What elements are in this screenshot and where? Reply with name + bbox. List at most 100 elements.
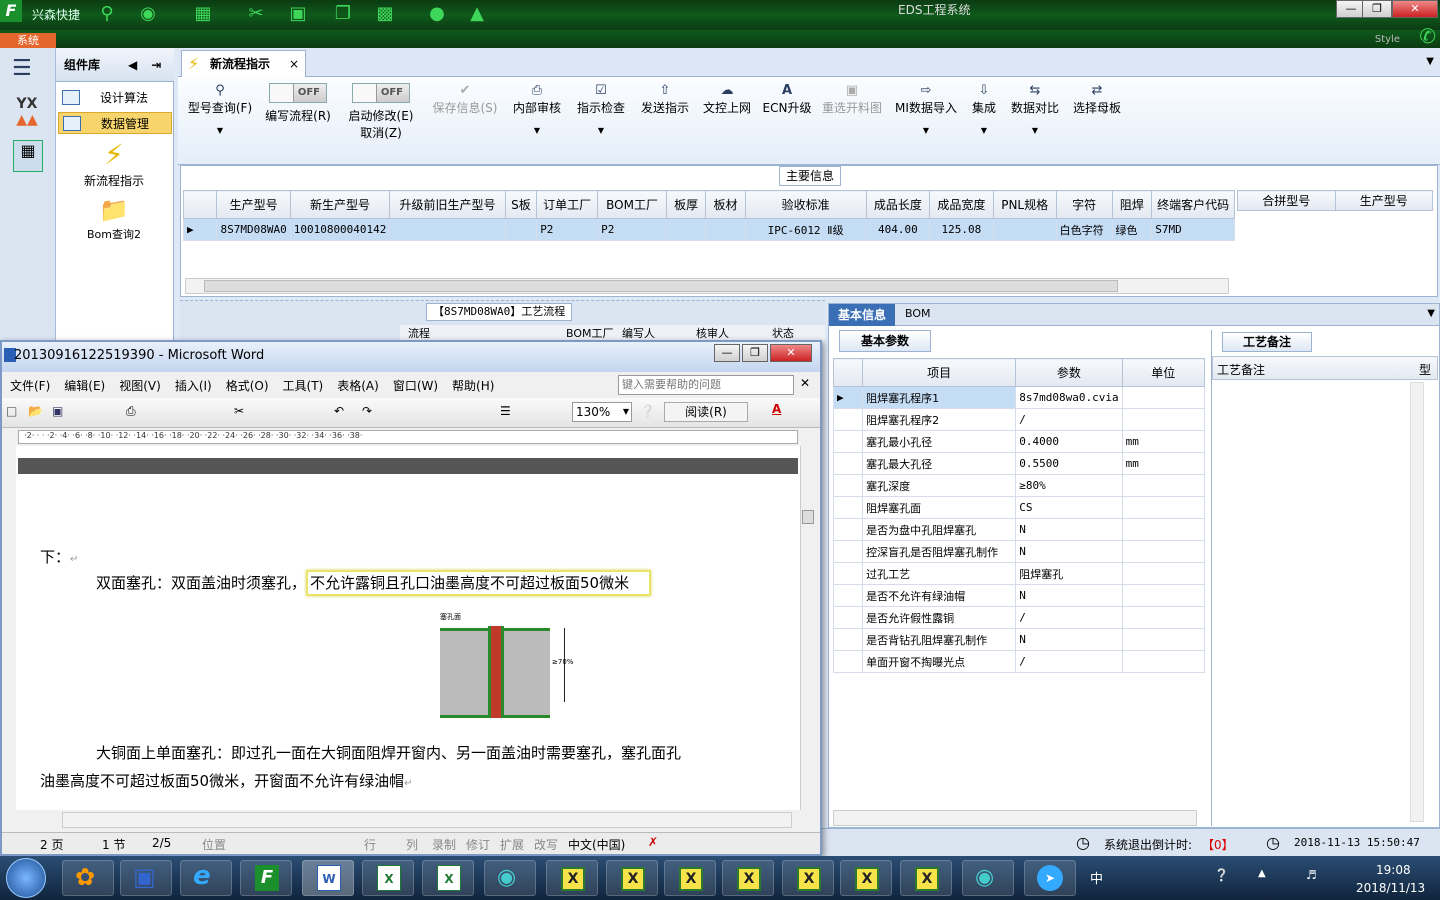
horizontal-scrollbar[interactable] (185, 278, 1229, 294)
col-header[interactable]: 终端客户代码 (1151, 190, 1235, 219)
menu-insert[interactable]: 插入(I) (175, 377, 212, 394)
maximize-button[interactable]: ❐ (1362, 0, 1392, 18)
save-info-button[interactable]: ✔ 保存信息(S) (430, 83, 500, 116)
col-header[interactable]: 状态 (772, 325, 794, 341)
help-icon[interactable]: ❔ (1214, 868, 1229, 882)
volume-icon[interactable]: ♬ (1306, 868, 1317, 882)
table-row[interactable]: 阻焊塞孔程序2/ (832, 408, 1206, 431)
col-header[interactable]: 项目 (862, 358, 1017, 387)
tab-bom[interactable]: BOM (905, 307, 931, 320)
col-header[interactable]: 板厚 (666, 190, 707, 219)
lifebuoy-icon[interactable]: ◉ (135, 2, 161, 26)
taskbar-x-app[interactable]: X (900, 860, 952, 896)
table-row[interactable]: 是否不允许有绿油帽 N (832, 584, 1206, 607)
table-row[interactable]: 是否允许假性露铜 / (832, 606, 1206, 629)
taskbar-app[interactable]: ✿ (62, 860, 114, 896)
col-header[interactable]: 单位 (1121, 358, 1206, 387)
lib-item-design[interactable]: 设计算法 (58, 87, 172, 109)
taskbar-eds[interactable]: F (240, 860, 292, 896)
font-color-icon[interactable]: A (772, 402, 781, 416)
table-row[interactable]: 控深盲孔是否阻焊塞孔制作 N (832, 540, 1206, 563)
print-icon[interactable]: ⎙ (126, 404, 136, 419)
col-header[interactable]: BOM工厂 (566, 325, 614, 341)
tray-expand-icon[interactable]: ▲ (1258, 868, 1266, 879)
table-row[interactable]: 阻焊塞孔面 CS (832, 496, 1206, 519)
table-row[interactable]: ▶ 8S7MD08WA0 10010800040142 P2 P2 IPC-60… (182, 218, 1235, 241)
col-header[interactable]: PNL规格 (992, 190, 1057, 219)
tab-basic-info[interactable]: 基本信息 (829, 304, 895, 326)
vertical-scrollbar[interactable] (1410, 382, 1424, 822)
taskbar-x-app[interactable]: X (606, 860, 658, 896)
table-row[interactable]: 单面开窗不掏曝光点 / (832, 650, 1206, 673)
phone-icon[interactable]: ✆ (1419, 24, 1436, 48)
taskbar-app[interactable]: ◉ (962, 860, 1014, 896)
search-icon[interactable]: ⚲ (94, 2, 120, 26)
tool-new-flow[interactable]: ⚡ 新流程指示 (70, 138, 158, 189)
undo-icon[interactable]: ↶ (334, 404, 344, 418)
collapse-left-icon[interactable]: ◀ (128, 58, 137, 72)
clock-time[interactable]: 19:08 (1376, 863, 1411, 877)
menu-tools[interactable]: 工具(T) (283, 377, 324, 394)
word-minimize-button[interactable]: — (714, 344, 740, 362)
calendar-icon[interactable]: ▦ (13, 140, 43, 172)
help-search-input[interactable] (618, 375, 794, 395)
col-header[interactable]: 编写人 (622, 325, 655, 341)
new-doc-icon[interactable]: □ (6, 404, 17, 418)
start-modify-toggle[interactable]: OFF 启动修改(E) 取消(Z) (344, 83, 418, 141)
taskbar-app[interactable]: ➤ (1024, 860, 1076, 896)
tool-bom-query[interactable]: 📁 Bom查询2 (70, 196, 158, 242)
taskbar-word[interactable]: W (302, 860, 354, 896)
horizontal-scrollbar[interactable] (833, 810, 1197, 826)
copy-icon[interactable]: ❐ (330, 2, 356, 26)
menu-file[interactable]: 文件(F) (10, 377, 50, 394)
col-header[interactable]: 参数 (1015, 358, 1123, 387)
col-header[interactable]: 合拼型号 (1237, 190, 1336, 211)
instruction-check-button[interactable]: ☑ 指示检查 ▼ (574, 83, 628, 135)
col-header[interactable]: 核审人 (696, 325, 729, 341)
close-button[interactable]: ✕ (1392, 0, 1438, 18)
table-row[interactable]: ▶ 阻焊塞孔程序1 8s7md08wa0.cvia (832, 386, 1206, 409)
reselect-cutting-button[interactable]: ▣ 重选开料图 (820, 83, 884, 116)
document-page[interactable]: 下：↵ 双面塞孔：双面盖油时须塞孔， 不允许露铜且孔口油墨高度不可超过板面50微米… (16, 446, 800, 810)
mi-import-button[interactable]: ⇨ MI数据导入 ▼ (894, 83, 958, 135)
tab-basic-params[interactable]: 基本参数 (839, 330, 931, 352)
model-query-button[interactable]: ⚲ 型号查询(F) ▼ (184, 83, 256, 135)
data-compare-button[interactable]: ⇆ 数据对比 ▼ (1008, 83, 1062, 135)
ecn-upgrade-button[interactable]: A ECN升级 (762, 83, 812, 116)
col-header[interactable]: 流程 (408, 325, 430, 341)
grid-icon[interactable]: ▩ (372, 2, 398, 26)
col-header[interactable]: 订单工厂 (536, 190, 599, 219)
table-row[interactable]: 塞孔深度 ≥80% (832, 474, 1206, 497)
menu-window[interactable]: 窗口(W) (393, 377, 438, 394)
taskbar-x-app[interactable]: X (546, 860, 598, 896)
select-motherboard-button[interactable]: ⇄ 选择母板 (1070, 83, 1124, 116)
taskbar-app[interactable]: ◉ (484, 860, 536, 896)
tab-list-icon[interactable]: ▼ (1426, 56, 1434, 67)
col-header[interactable]: S板 (504, 190, 538, 219)
system-button[interactable]: 系统 (0, 33, 56, 48)
table-row[interactable]: 是否为盘中孔阻焊塞孔 N (832, 518, 1206, 541)
close-doc-icon[interactable]: ✕ (800, 376, 810, 390)
word-maximize-button[interactable]: ❐ (742, 344, 768, 362)
doc-online-button[interactable]: ☁ 文控上网 (700, 83, 754, 116)
integrate-button[interactable]: ⇩ 集成 ▼ (966, 83, 1002, 135)
film-icon[interactable]: ▣ (285, 2, 311, 26)
taskbar-x-app[interactable]: X (840, 860, 892, 896)
table-row[interactable]: 塞孔最小孔径 0.4000 mm (832, 430, 1206, 453)
redo-icon[interactable]: ↷ (362, 404, 372, 418)
table-row[interactable]: 过孔工艺 阻焊塞孔 (832, 562, 1206, 585)
save-icon[interactable]: ▣ (52, 404, 63, 418)
tab-close-icon[interactable]: × (289, 51, 299, 77)
ime-indicator[interactable]: 中 (1090, 868, 1103, 887)
clock-date[interactable]: 2018/11/13 (1356, 881, 1425, 895)
col-header[interactable]: BOM工厂 (597, 190, 668, 219)
col-header[interactable]: 工艺备注 (1217, 361, 1265, 378)
table-icon[interactable]: ▦ (190, 2, 216, 26)
col-header[interactable]: 阻焊 (1111, 190, 1153, 219)
table-row[interactable]: 塞孔最大孔径 0.5500 mm (832, 452, 1206, 475)
help-icon[interactable]: ❔ (640, 404, 655, 418)
internal-review-button[interactable]: ⎙ 内部审核 ▼ (510, 83, 564, 135)
vertical-scrollbar[interactable] (800, 446, 816, 810)
menu-icon[interactable]: ☰ (12, 56, 32, 81)
col-header[interactable]: 生产型号 (216, 190, 291, 219)
